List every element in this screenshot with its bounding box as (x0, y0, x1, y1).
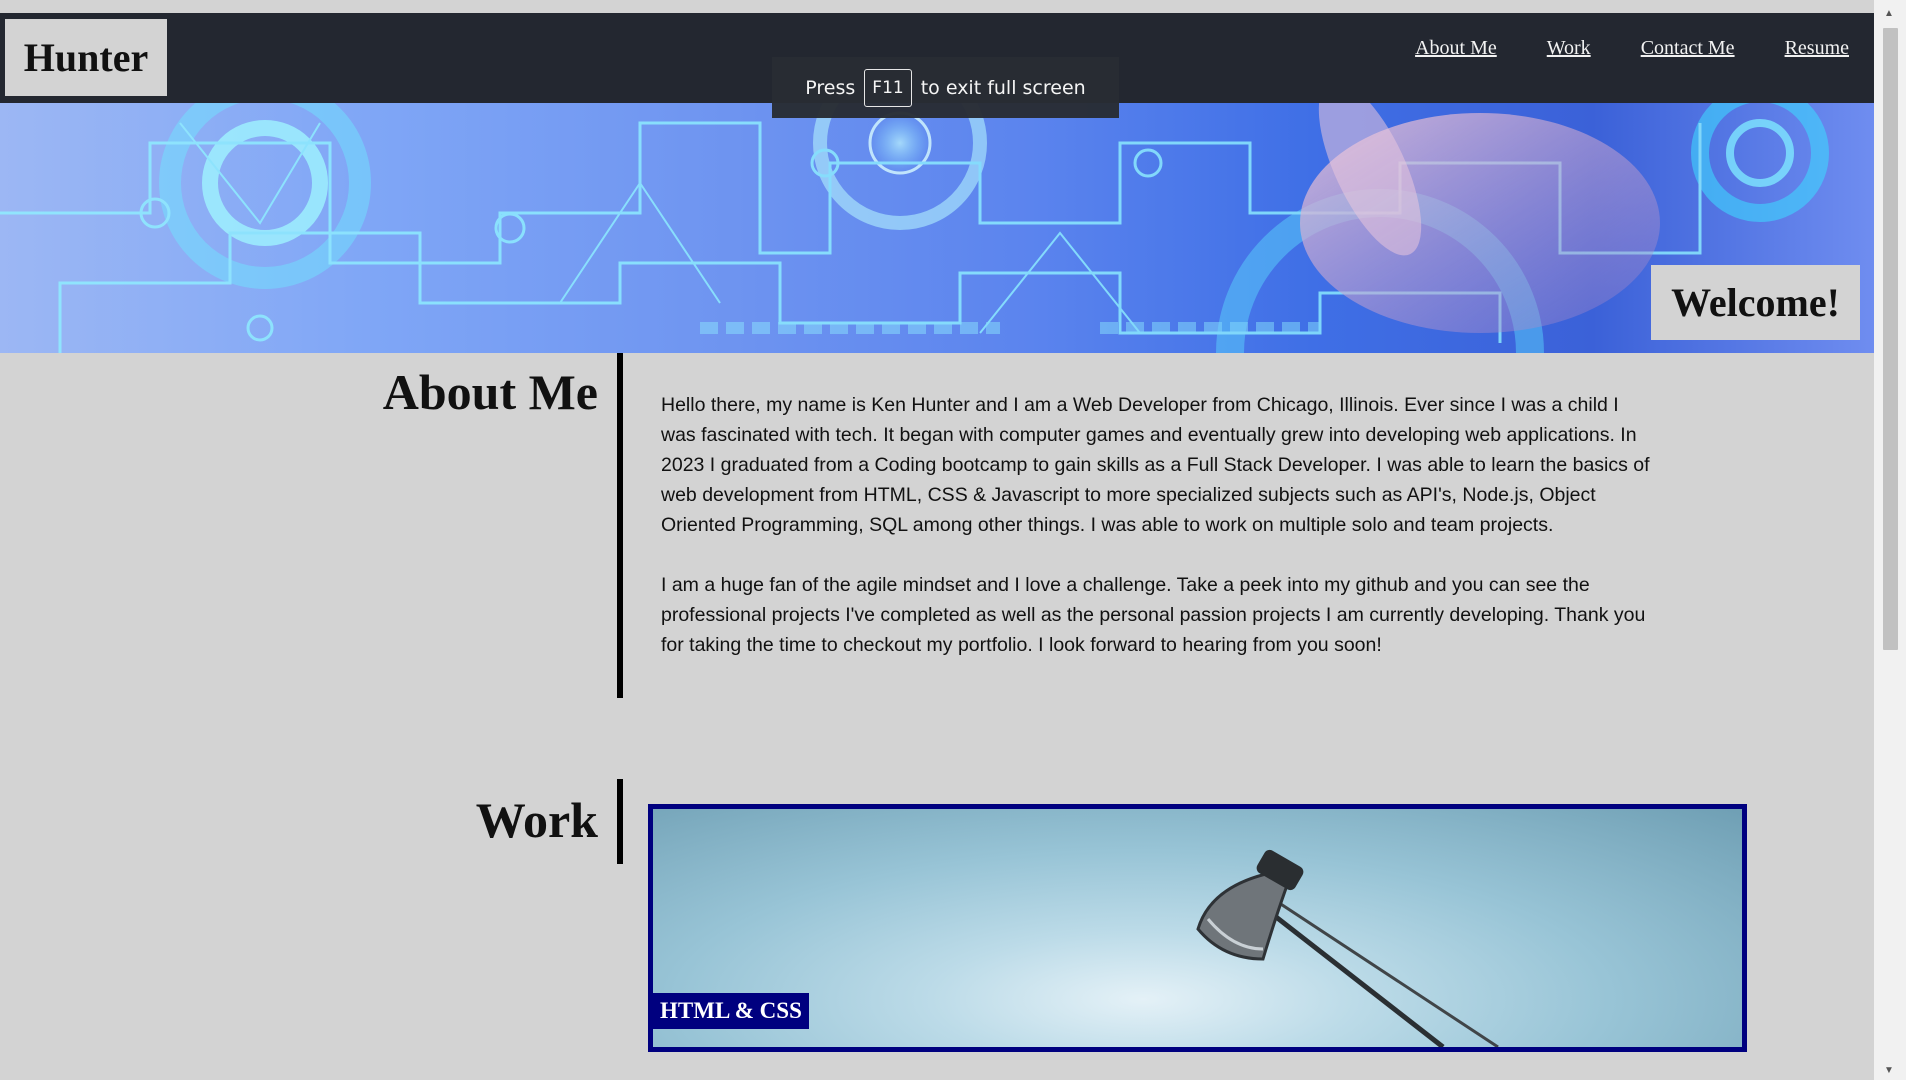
work-divider (617, 779, 623, 864)
main-nav: About Me Work Contact Me Resume (1415, 37, 1849, 60)
nav-contact-me[interactable]: Contact Me (1641, 37, 1735, 60)
welcome-badge: Welcome! (1651, 265, 1860, 340)
work-heading: Work (475, 792, 598, 848)
about-divider (617, 353, 623, 698)
vertical-scrollbar[interactable]: ▲ ▼ (1874, 0, 1906, 1080)
site-logo[interactable]: Hunter (5, 19, 167, 96)
desk-lamp-image (1196, 849, 1499, 1047)
scroll-down-arrow-icon[interactable]: ▼ (1884, 1065, 1894, 1076)
fullscreen-notice: Press F11 to exit full screen (772, 57, 1119, 118)
top-strip (0, 0, 1874, 13)
about-me-heading: About Me (382, 364, 598, 420)
about-me-text: Hello there, my name is Ken Hunter and I… (661, 390, 1657, 690)
nav-work[interactable]: Work (1547, 37, 1591, 60)
hero-gears-image (0, 103, 1829, 353)
about-paragraph-2: I am a huge fan of the agile mindset and… (661, 574, 1646, 656)
fullscreen-notice-after: to exit full screen (920, 76, 1086, 99)
nav-about-me[interactable]: About Me (1415, 37, 1497, 60)
about-paragraph-1: Hello there, my name is Ken Hunter and I… (661, 394, 1650, 536)
page: Hunter About Me Work Contact Me Resume W… (0, 0, 1874, 1080)
scrollbar-thumb[interactable] (1883, 28, 1898, 650)
f11-key: F11 (864, 68, 912, 107)
fullscreen-notice-before: Press (805, 76, 856, 99)
project-label: HTML & CSS (653, 993, 809, 1029)
scroll-up-arrow-icon[interactable]: ▲ (1884, 8, 1894, 19)
hero-banner: Welcome! (0, 103, 1874, 353)
nav-resume[interactable]: Resume (1785, 37, 1849, 60)
project-card-html-css[interactable]: HTML & CSS (648, 804, 1747, 1052)
